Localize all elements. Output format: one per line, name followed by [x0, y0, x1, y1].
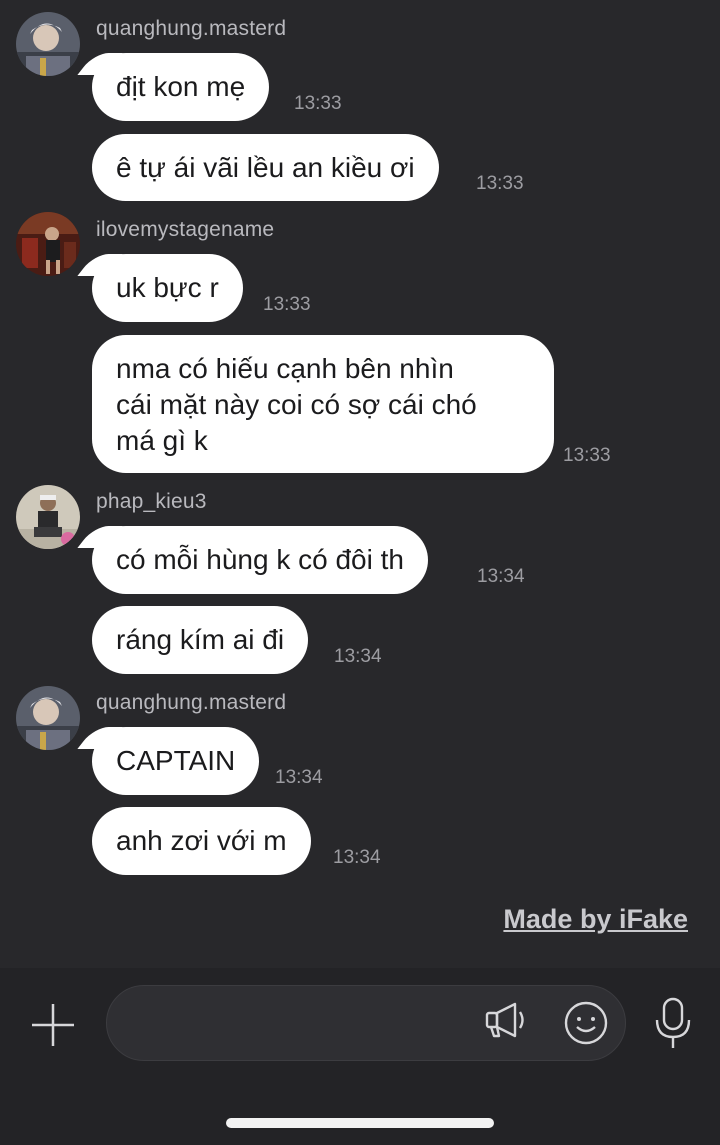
- message-bubble[interactable]: có mỗi hùng k có đôi th: [92, 526, 428, 594]
- message-time: 13:33: [563, 445, 611, 466]
- message-line: nma có hiếu cạnh bên nhìn: [116, 353, 454, 384]
- message-time: 13:34: [333, 847, 381, 868]
- sender-name: ilovemystagename: [96, 218, 275, 241]
- megaphone-icon[interactable]: [482, 998, 528, 1044]
- message-line: má gì k: [116, 425, 208, 456]
- sender-name: quanghung.masterd: [96, 17, 287, 40]
- message-text: anh zơi với m: [116, 825, 287, 856]
- message-time: 13:34: [477, 566, 525, 587]
- avatar-ilovemystagename[interactable]: [16, 212, 80, 276]
- message-text: CAPTAIN: [116, 745, 236, 776]
- message-time: 13:34: [334, 646, 382, 667]
- avatar-phap-kieu3[interactable]: [16, 485, 80, 549]
- message-bubble[interactable]: địt kon mẹ: [92, 53, 270, 121]
- home-indicator: [226, 1118, 494, 1128]
- avatar-quanghung-masterd[interactable]: [16, 12, 80, 76]
- message-bubble[interactable]: ráng kím ai đi: [92, 606, 309, 674]
- message-bubble[interactable]: nma có hiếu cạnh bên nhìn cái mặt này co…: [92, 335, 554, 473]
- message-bubble[interactable]: anh zơi với m: [92, 807, 311, 875]
- message-bubble[interactable]: CAPTAIN: [92, 727, 260, 795]
- watermark-link[interactable]: Made by iFake: [503, 904, 688, 935]
- message-time: 13:33: [294, 93, 342, 114]
- message-time: 13:34: [275, 767, 323, 788]
- message-text: uk bực r: [116, 272, 219, 303]
- emoji-icon[interactable]: [563, 1000, 609, 1046]
- sender-name: phap_kieu3: [96, 490, 207, 513]
- message-text: địt kon mẹ: [116, 71, 246, 102]
- message-input[interactable]: [106, 985, 626, 1061]
- message-time: 13:33: [263, 294, 311, 315]
- chat-area: quanghung.masterd địt kon mẹ 13:33 ê tự …: [0, 0, 720, 968]
- sender-name: quanghung.masterd: [96, 691, 287, 714]
- message-bubble[interactable]: ê tự ái vãi lều an kiều ơi: [92, 134, 439, 201]
- message-text: ráng kím ai đi: [116, 624, 285, 655]
- avatar-quanghung-masterd[interactable]: [16, 686, 80, 750]
- message-text: có mỗi hùng k có đôi th: [116, 544, 404, 575]
- microphone-icon[interactable]: [652, 996, 694, 1050]
- message-line: cái mặt này coi có sợ cái chó: [116, 389, 477, 420]
- plus-icon[interactable]: [28, 1000, 78, 1050]
- message-time: 13:33: [476, 173, 524, 194]
- message-text: ê tự ái vãi lều an kiều ơi: [116, 152, 415, 183]
- message-bubble[interactable]: uk bực r: [92, 254, 243, 322]
